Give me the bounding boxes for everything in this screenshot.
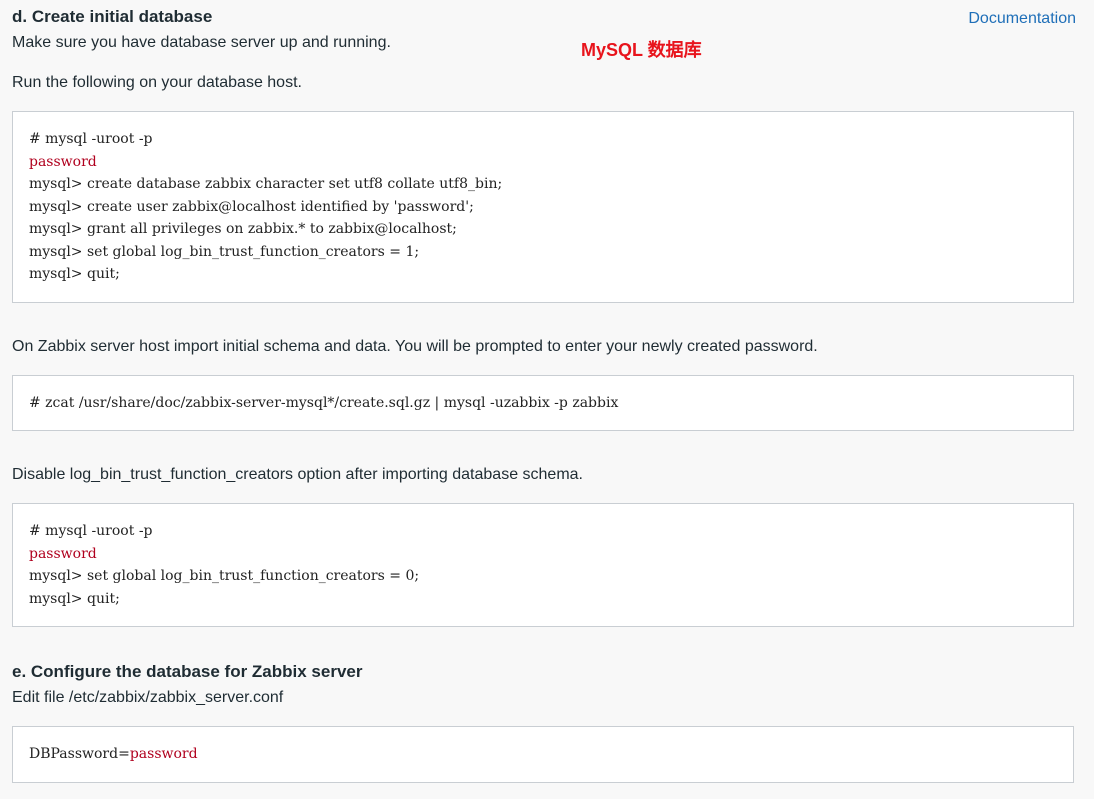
section-d-intro: Make sure you have database server up an…: [12, 34, 391, 51]
disable-option-code-block[interactable]: # mysql -uroot -p password mysql> set gl…: [12, 503, 1074, 627]
code-line: mysql> set global log_bin_trust_function…: [29, 568, 420, 584]
code-line: mysql> quit;: [29, 266, 120, 282]
create-database-code-block[interactable]: # mysql -uroot -p password mysql> create…: [12, 111, 1074, 303]
disable-option-text: Disable log_bin_trust_function_creators …: [12, 466, 583, 483]
code-line: mysql> quit;: [29, 590, 120, 607]
section-e-title: e. Configure the database for Zabbix ser…: [12, 662, 363, 681]
config-key: DBPassword=: [29, 746, 130, 762]
code-line-dbpassword: DBPassword=password: [29, 743, 1057, 766]
run-instructions-text: Run the following on your database host.: [12, 74, 302, 91]
import-schema-text: On Zabbix server host import initial sch…: [12, 338, 818, 355]
code-line: mysql> create database zabbix character …: [29, 176, 503, 192]
instructions-page: d. Create initial database Documentation…: [12, 0, 1076, 799]
edit-file-text: Edit file /etc/zabbix/zabbix_server.conf: [12, 689, 284, 706]
mysql-annotation: MySQL 数据库: [581, 40, 702, 60]
code-line-password: password: [29, 545, 97, 562]
documentation-link[interactable]: Documentation: [968, 9, 1076, 29]
section-d-title: d. Create initial database: [12, 7, 213, 26]
code-line: mysql> grant all privileges on zabbix.* …: [29, 221, 457, 237]
db-password-code-block[interactable]: DBPassword=password: [12, 726, 1074, 783]
config-value: password: [129, 746, 198, 762]
import-schema-code-block[interactable]: # zcat /usr/share/doc/zabbix-server-mysq…: [12, 375, 1074, 431]
code-line-password: password: [29, 153, 97, 170]
code-line: mysql> set global log_bin_trust_function…: [29, 243, 420, 260]
code-line: # mysql -uroot -p: [29, 523, 153, 539]
code-line: # zcat /usr/share/doc/zabbix-server-mysq…: [29, 395, 619, 411]
code-line: # mysql -uroot -p: [29, 131, 153, 147]
code-line: mysql> create user zabbix@localhost iden…: [29, 198, 474, 215]
